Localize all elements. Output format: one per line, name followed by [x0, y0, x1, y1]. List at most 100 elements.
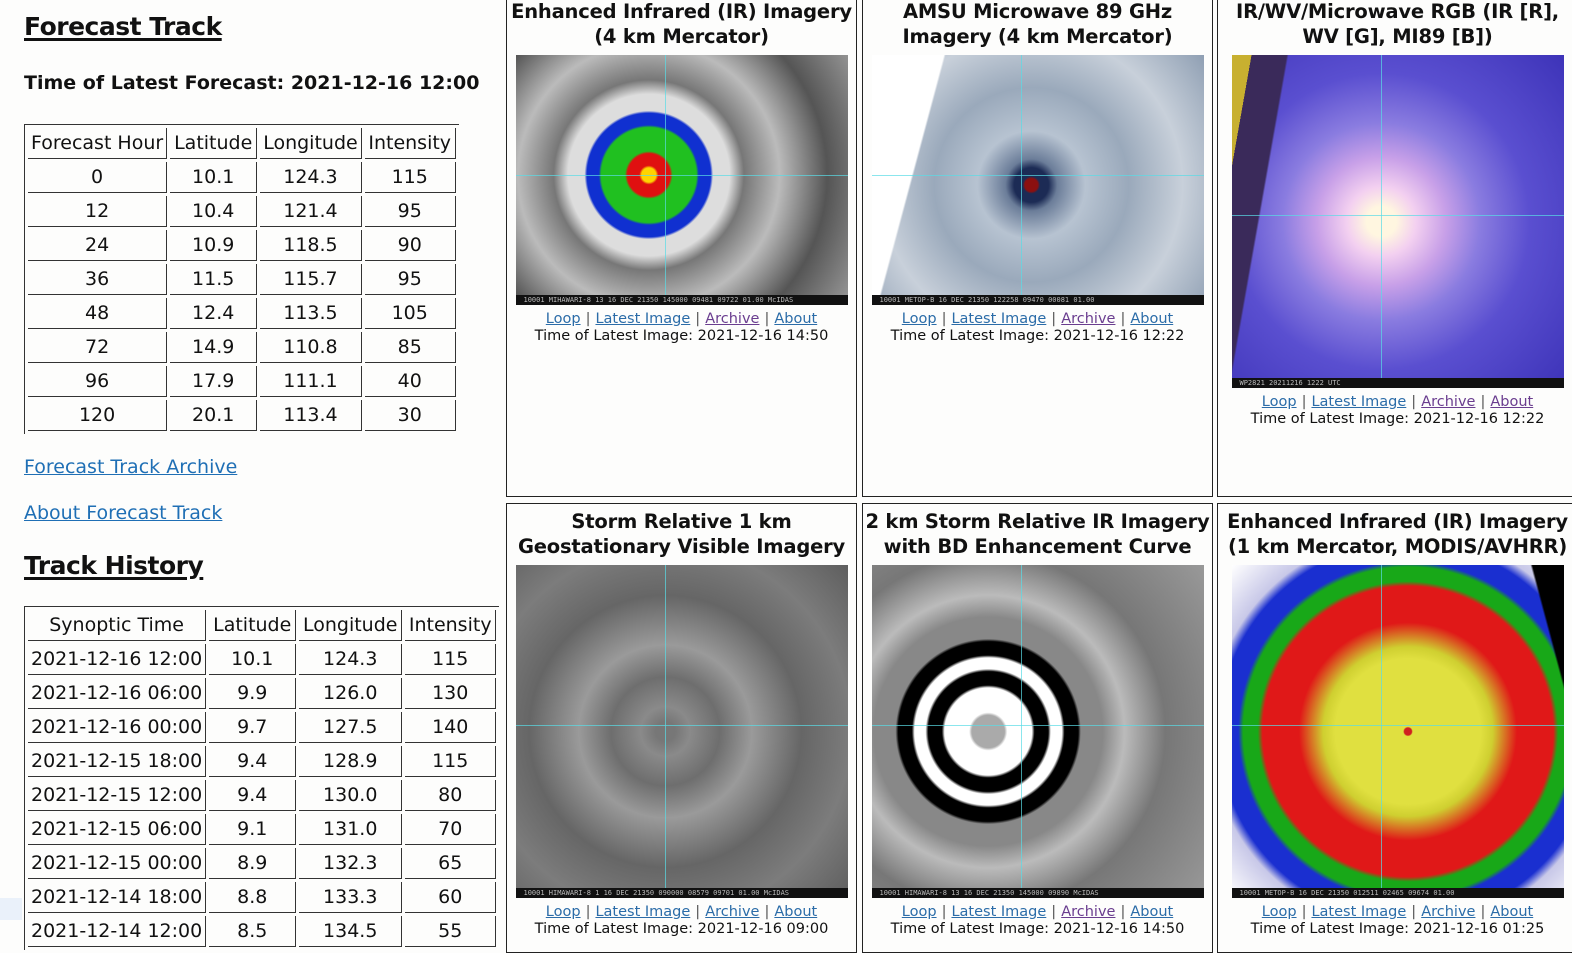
archive-link[interactable]: Archive	[1061, 311, 1115, 327]
table-row: 48 12.4 113.5 105	[28, 298, 456, 329]
table-row: 2021-12-14 12:00 8.5 134.5 55	[28, 916, 497, 947]
loop-link[interactable]: Loop	[546, 904, 581, 920]
archive-link[interactable]: Archive	[1421, 904, 1475, 920]
table-cell: 96	[28, 366, 168, 397]
table-cell: 2021-12-15 00:00	[28, 848, 207, 879]
graticule-line	[515, 175, 848, 176]
table-cell: 2021-12-14 12:00	[28, 916, 207, 947]
link-separator: |	[1411, 394, 1417, 410]
satellite-image[interactable]: 10001 HIMAWARI-8 13 16 DEC 21350 145000 …	[871, 565, 1204, 898]
table-cell: 140	[405, 712, 497, 743]
table-cell: 65	[405, 848, 497, 879]
satellite-image[interactable]: 10001 HIMAWARI-8 1 16 DEC 21350 090000 0…	[515, 565, 848, 898]
table-cell: 110.8	[260, 332, 362, 363]
link-separator: |	[1301, 904, 1307, 920]
imagery-panel: 2 km Storm Relative IR Imagery with BD E…	[862, 503, 1213, 953]
loop-link[interactable]: Loop	[546, 311, 581, 327]
table-cell: 128.9	[299, 746, 403, 777]
table-cell: 24	[28, 230, 168, 261]
link-separator: |	[1120, 904, 1126, 920]
column-header: Longitude	[260, 128, 362, 159]
table-cell: 115	[364, 162, 456, 193]
table-row: 2021-12-15 00:00 8.9 132.3 65	[28, 848, 497, 879]
forecast-track-table: Forecast Hour Latitude Longitude Intensi…	[24, 124, 459, 434]
column-header: Latitude	[209, 610, 297, 641]
graticule-line	[664, 55, 666, 305]
latest-image-time: Time of Latest Image: 2021-12-16 12:22	[890, 328, 1185, 344]
latest-link[interactable]: Latest Image	[1311, 904, 1406, 920]
table-row: 24 10.9 118.5 90	[28, 230, 456, 261]
table-cell: 8.5	[209, 916, 297, 947]
latest-link[interactable]: Latest Image	[595, 311, 690, 327]
archive-link[interactable]: Archive	[1421, 394, 1475, 410]
panel-title: Storm Relative 1 km Geostationary Visibl…	[517, 510, 846, 558]
latest-image-time: Time of Latest Image: 2021-12-16 14:50	[890, 921, 1185, 937]
loop-link[interactable]: Loop	[902, 311, 937, 327]
link-separator: |	[585, 311, 591, 327]
panel-links: Loop | Latest Image | Archive | About	[507, 904, 856, 921]
link-separator: |	[941, 904, 947, 920]
panel-title: AMSU Microwave 89 GHz Imagery (4 km Merc…	[902, 0, 1173, 48]
about-link[interactable]: About	[1490, 904, 1533, 920]
link-separator: |	[695, 904, 701, 920]
loop-link[interactable]: Loop	[1262, 904, 1297, 920]
about-link[interactable]: About	[1490, 394, 1533, 410]
satellite-image[interactable]: WP2821 20211216 1222 UTC	[1231, 55, 1564, 388]
forecast-track-archive-link[interactable]: Forecast Track Archive	[24, 456, 237, 478]
imagery-panel: Enhanced Infrared (IR) Imagery (4 km Mer…	[506, 0, 857, 497]
satellite-image[interactable]: 10001 METOP-B 16 DEC 21350 012511 02465 …	[1231, 565, 1564, 898]
imagery-panel: IR/WV/Microwave RGB (IR [R], WV [G], MI8…	[1217, 0, 1572, 497]
table-cell: 12	[28, 196, 168, 227]
graticule-line	[1231, 724, 1564, 726]
table-cell: 10.1	[209, 644, 297, 675]
table-row: 2021-12-15 12:00 9.4 130.0 80	[28, 780, 497, 811]
about-link[interactable]: About	[774, 904, 817, 920]
table-cell: 121.4	[260, 196, 362, 227]
panel-title: Enhanced Infrared (IR) Imagery (4 km Mer…	[511, 0, 852, 48]
link-separator: |	[764, 904, 770, 920]
link-separator: |	[941, 311, 947, 327]
latest-image-time: Time of Latest Image: 2021-12-16 09:00	[534, 921, 829, 937]
latest-link[interactable]: Latest Image	[951, 904, 1046, 920]
loop-link[interactable]: Loop	[1262, 394, 1297, 410]
link-separator: |	[1480, 394, 1486, 410]
table-cell: 113.5	[260, 298, 362, 329]
table-cell: 80	[405, 780, 497, 811]
satellite-image[interactable]: 10001 METOP-B 16 DEC 21350 122258 09470 …	[871, 55, 1204, 305]
table-cell: 126.0	[299, 678, 403, 709]
table-cell: 133.3	[299, 882, 403, 913]
about-link[interactable]: About	[774, 311, 817, 327]
latest-link[interactable]: Latest Image	[951, 311, 1046, 327]
table-cell: 10.1	[170, 162, 258, 193]
table-row: 2021-12-15 06:00 9.1 131.0 70	[28, 814, 497, 845]
track-history-heading: Track History	[24, 551, 204, 580]
loop-link[interactable]: Loop	[902, 904, 937, 920]
table-cell: 2021-12-15 12:00	[28, 780, 207, 811]
table-row: 2021-12-14 18:00 8.8 133.3 60	[28, 882, 497, 913]
about-link[interactable]: About	[1130, 904, 1173, 920]
image-caption-bar: 10001 HIMAWARI-8 13 16 DEC 21350 145000 …	[871, 888, 1204, 898]
table-cell: 90	[364, 230, 456, 261]
table-cell: 105	[364, 298, 456, 329]
table-cell: 11.5	[170, 264, 258, 295]
archive-link[interactable]: Archive	[1061, 904, 1115, 920]
table-cell: 9.1	[209, 814, 297, 845]
hover-highlight	[0, 898, 22, 920]
archive-link[interactable]: Archive	[705, 904, 759, 920]
table-row: 2021-12-16 06:00 9.9 126.0 130	[28, 678, 497, 709]
table-cell: 115	[405, 644, 497, 675]
table-cell: 55	[405, 916, 497, 947]
about-link[interactable]: About	[1130, 311, 1173, 327]
panel-title: IR/WV/Microwave RGB (IR [R], WV [G], MI8…	[1236, 0, 1559, 48]
satellite-image[interactable]: 10001 MIHAWARI-8 13 16 DEC 21350 145000 …	[515, 55, 848, 305]
table-row: 96 17.9 111.1 40	[28, 366, 456, 397]
table-cell: 9.7	[209, 712, 297, 743]
table-cell: 113.4	[260, 400, 362, 431]
about-forecast-track-link[interactable]: About Forecast Track	[24, 502, 222, 524]
graticule-line	[1380, 565, 1382, 898]
archive-link[interactable]: Archive	[705, 311, 759, 327]
latest-link[interactable]: Latest Image	[1311, 394, 1406, 410]
latest-link[interactable]: Latest Image	[595, 904, 690, 920]
graticule-line	[1380, 55, 1382, 388]
table-cell: 111.1	[260, 366, 362, 397]
